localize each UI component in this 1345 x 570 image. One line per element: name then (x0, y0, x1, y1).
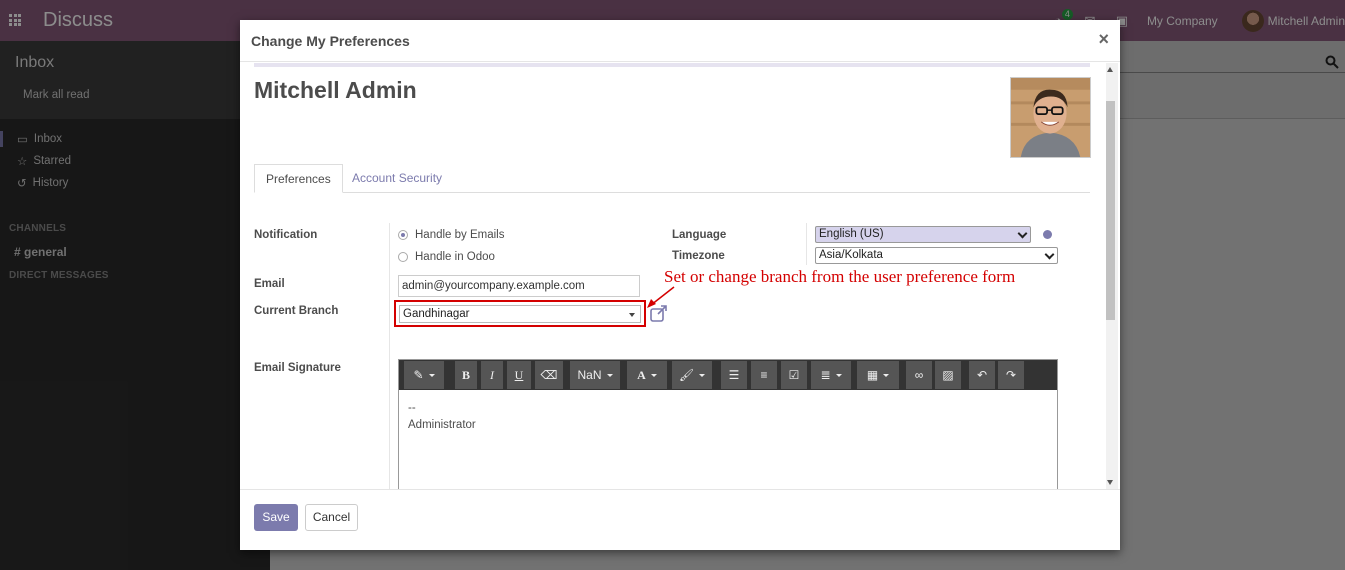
scroll-thumb[interactable] (1106, 101, 1115, 320)
radio-button[interactable] (398, 230, 408, 240)
branch-label: Current Branch (254, 305, 339, 317)
font-size-button[interactable]: NaN (570, 361, 620, 389)
timezone-label: Timezone (672, 250, 725, 262)
style-button[interactable]: ✎ (404, 361, 444, 389)
dialog-footer: Save Cancel (240, 489, 1120, 550)
branch-select-value: Gandhinagar (403, 308, 470, 320)
image-icon[interactable]: ▨ (935, 361, 961, 389)
dialog-body: Mitchell Admin Preferences Account Secur… (240, 63, 1120, 489)
preferences-tabs: Preferences Account Security (254, 164, 1090, 193)
scrollbar[interactable] (1106, 63, 1118, 489)
caret-down-icon (629, 313, 635, 317)
font-color-button[interactable]: A (627, 361, 667, 389)
timezone-select[interactable]: Asia/Kolkata (815, 247, 1058, 264)
table-icon[interactable]: ▦ (857, 361, 899, 389)
notification-option-email[interactable]: Handle by Emails (398, 229, 504, 241)
signature-editor[interactable]: ✎ B I U ⌫ NaN A 🖌 ☰ ≡ ☑ ≣ ▦ ∞ ▨ ↶ ↷ -- A… (398, 359, 1058, 489)
brush-icon[interactable]: 🖌 (672, 361, 712, 389)
user-photo[interactable] (1010, 77, 1091, 158)
undo-icon[interactable]: ↶ (969, 361, 995, 389)
user-name-heading: Mitchell Admin (254, 77, 417, 103)
branch-select[interactable]: Gandhinagar (399, 305, 641, 323)
email-field[interactable]: admin@yourcompany.example.com (398, 275, 640, 297)
redo-icon[interactable]: ↷ (998, 361, 1024, 389)
divider (806, 223, 807, 265)
editor-toolbar: ✎ B I U ⌫ NaN A 🖌 ☰ ≡ ☑ ≣ ▦ ∞ ▨ ↶ ↷ (399, 360, 1057, 390)
chevron-down-icon (1017, 228, 1028, 239)
email-label: Email (254, 278, 285, 290)
scroll-down-icon[interactable] (1107, 480, 1113, 485)
font-size-value: NaN (577, 368, 602, 382)
radio-label: Handle in Odoo (415, 251, 495, 263)
language-select[interactable]: English (US) (815, 226, 1031, 243)
language-select-value: English (US) (819, 228, 884, 240)
tab-account-security[interactable]: Account Security (341, 164, 453, 193)
radio-label: Handle by Emails (415, 229, 505, 241)
underline-button[interactable]: U (507, 361, 531, 389)
divider (389, 379, 390, 489)
save-button[interactable]: Save (254, 504, 298, 531)
notification-option-odoo[interactable]: Handle in Odoo (398, 251, 495, 263)
dialog-title: Change My Preferences (251, 33, 410, 49)
branch-highlight: Gandhinagar (394, 300, 646, 327)
cancel-button[interactable]: Cancel (305, 504, 358, 531)
signature-line: -- (408, 402, 416, 414)
radio-button[interactable] (398, 252, 408, 262)
checklist-icon[interactable]: ☑ (781, 361, 807, 389)
tab-preferences[interactable]: Preferences (254, 164, 343, 193)
annotation-arrow-icon (647, 286, 675, 308)
font-color-label: A (637, 367, 646, 382)
dialog-header: Change My Preferences × (240, 20, 1120, 62)
link-icon[interactable]: ∞ (906, 361, 932, 389)
close-icon[interactable]: × (1098, 29, 1109, 50)
italic-button[interactable]: I (481, 361, 503, 389)
divider (254, 63, 1090, 67)
eraser-icon[interactable]: ⌫ (535, 361, 563, 389)
numbered-list-icon[interactable]: ≡ (751, 361, 777, 389)
notification-label: Notification (254, 229, 318, 241)
scroll-up-icon[interactable] (1107, 67, 1113, 72)
divider (389, 223, 390, 383)
preferences-dialog: Change My Preferences × Mitchell Admin P… (240, 20, 1120, 550)
globe-icon[interactable] (1043, 230, 1052, 239)
annotation-text: Set or change branch from the user prefe… (664, 267, 1016, 286)
language-label: Language (672, 229, 727, 241)
signature-content[interactable]: -- Administrator (408, 400, 476, 434)
signature-line: Administrator (408, 419, 476, 431)
signature-label: Email Signature (254, 362, 341, 374)
bullet-list-icon[interactable]: ☰ (721, 361, 747, 389)
chevron-down-icon (1044, 249, 1055, 260)
timezone-select-value: Asia/Kolkata (819, 249, 883, 261)
align-icon[interactable]: ≣ (811, 361, 851, 389)
bold-button[interactable]: B (455, 361, 477, 389)
